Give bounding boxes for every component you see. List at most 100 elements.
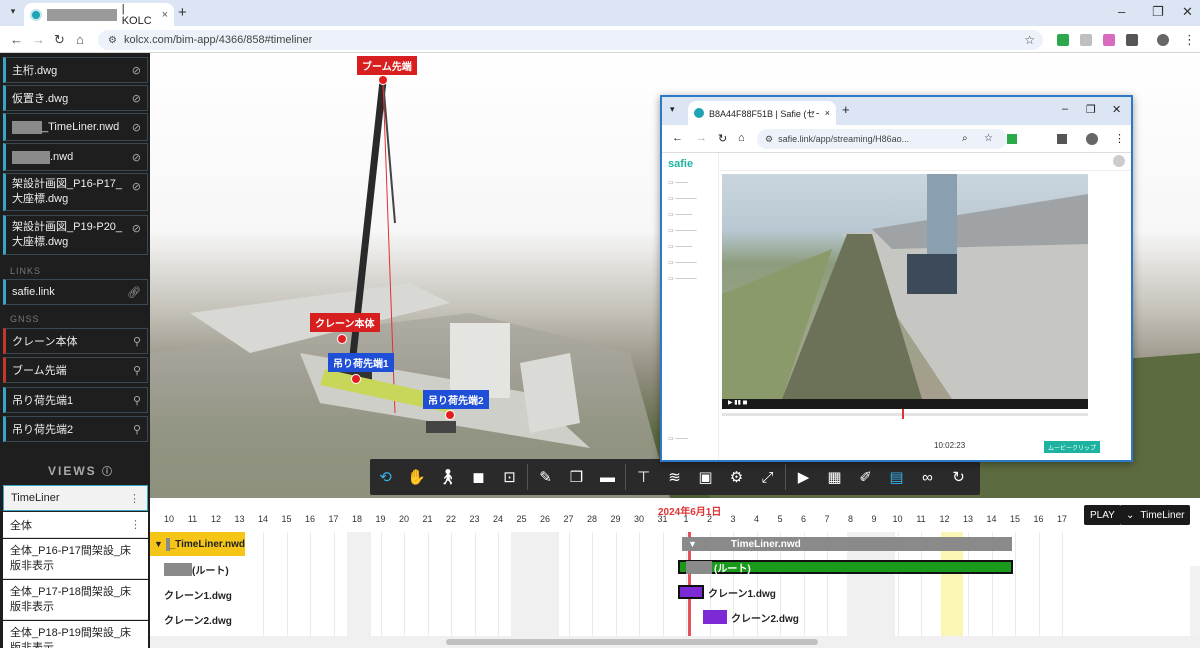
maximize-icon[interactable]: ❐ [1152, 4, 1164, 20]
timeline-row-label[interactable]: (ルート) [150, 557, 245, 581]
horizontal-scrollbar[interactable] [150, 636, 1200, 648]
browser-menu-icon[interactable]: ⋮ [1114, 132, 1125, 145]
file-item[interactable]: .nwd ⊘ [3, 143, 148, 171]
link-item[interactable]: safie.link 🔗︎ [3, 279, 148, 305]
file-item[interactable]: _TimeLiner.nwd ⊘ [3, 113, 148, 141]
extension-check-icon[interactable] [1057, 34, 1069, 46]
help-icon[interactable]: ⓘ [102, 467, 114, 478]
more-options-icon[interactable]: ⋮ [129, 492, 140, 505]
browser-tab[interactable]: | KOLC × [24, 3, 174, 27]
back-icon[interactable]: ← [10, 32, 23, 47]
timeline-bar[interactable]: ▼ TimeLiner.nwd [682, 537, 1012, 551]
layers-icon[interactable]: ≋ [659, 459, 690, 495]
bookmark-star-icon[interactable]: ☆ [984, 133, 993, 144]
marker-label[interactable]: ブーム先端 [357, 56, 417, 75]
hide-eye-icon[interactable]: ⊘ [132, 151, 141, 164]
properties-icon[interactable]: ▣ [690, 459, 721, 495]
file-item[interactable]: 架設計画図_P19-P20_大座標.dwg ⊘ [3, 215, 148, 255]
view-item[interactable]: TimeLiner ⋮ [3, 485, 148, 511]
gnss-marker-dot[interactable] [378, 75, 388, 85]
timeline-row-label[interactable]: ▼ _TimeLiner.nwd [150, 532, 245, 556]
timeliner-dropdown-button[interactable]: ⌄ TimeLiner [1120, 505, 1191, 525]
reset-icon[interactable]: ↻ [943, 459, 974, 495]
tab-search-icon[interactable]: ▾ [6, 6, 20, 20]
gnss-marker-dot[interactable] [337, 334, 347, 344]
timeline-row-label[interactable]: クレーン1.dwg [150, 582, 245, 606]
extensions-puzzle-icon[interactable] [1057, 134, 1067, 144]
timeline-bar[interactable] [678, 585, 704, 599]
tab-close-icon[interactable]: × [162, 9, 168, 21]
extension-check-icon[interactable] [1007, 134, 1017, 144]
movie-clip-button[interactable]: ムービークリップ [1044, 441, 1101, 453]
view-item[interactable]: 全体_P16-P17間架設_床版非表示 [3, 539, 148, 579]
pan-hand-icon[interactable]: ✋ [401, 459, 432, 495]
gnss-item[interactable]: クレーン本体 ⚲ [3, 328, 148, 354]
video-controls[interactable]: ▶ ▮▮ ◼ [722, 399, 1088, 409]
orbit-icon[interactable]: ⟲ [370, 459, 401, 495]
popup-tab[interactable]: B8A44F88F51B | Safie (セーフィー) × [688, 101, 836, 125]
safie-popup-window[interactable]: ▾ B8A44F88F51B | Safie (セーフィー) × + – ❐ ✕… [660, 95, 1133, 462]
tab-search-icon[interactable]: ▾ [670, 104, 675, 115]
more-options-icon[interactable]: ⋮ [130, 518, 141, 531]
site-info-icon[interactable]: ⚙ [765, 134, 773, 145]
grid-icon[interactable]: ▦ [819, 459, 850, 495]
view-item[interactable]: 全体_P17-P18間架設_床版非表示 [3, 580, 148, 620]
marker-label[interactable]: 吊り荷先端1 [328, 353, 394, 372]
reload-icon[interactable]: ↻ [718, 132, 727, 145]
scrollbar-thumb[interactable] [446, 639, 818, 645]
camera-video-feed[interactable] [722, 174, 1088, 399]
timeline-bar[interactable]: (ルート) [678, 560, 1013, 575]
link-icon[interactable]: ∞ [912, 459, 943, 495]
home-icon[interactable]: ⌂ [76, 32, 84, 47]
hide-eye-icon[interactable]: ⊘ [132, 180, 141, 195]
minimize-icon[interactable]: – [1118, 4, 1125, 19]
recording-timeline[interactable] [722, 409, 1088, 439]
file-item[interactable]: 架設計画図_P16-P17_大座標.dwg ⊘ [3, 173, 148, 211]
forward-icon[interactable]: → [696, 132, 707, 144]
timeline-bar[interactable] [703, 610, 727, 624]
fullscreen-icon[interactable]: ⤢ [752, 459, 783, 495]
gnss-item[interactable]: ブーム先端 ⚲ [3, 357, 148, 383]
folder-icon[interactable]: ▬ [592, 459, 623, 495]
view-item[interactable]: 全体_P18-P19間架設_床版非表示 [3, 621, 148, 648]
user-avatar[interactable] [1113, 155, 1125, 167]
profile-avatar[interactable] [1086, 133, 1098, 145]
hide-eye-icon[interactable]: ⊘ [132, 121, 141, 134]
section-box-icon[interactable]: ❒ [561, 459, 592, 495]
hide-eye-icon[interactable]: ⊘ [132, 92, 141, 105]
markup-pen-icon[interactable]: ✐ [850, 459, 881, 495]
address-bar[interactable]: ⚙ kolcx.com/bim-app/4366/858#timeliner ☆ [98, 30, 1043, 50]
site-info-icon[interactable]: ⚙ [108, 35, 117, 46]
view-item[interactable]: 全体 ⋮ [3, 512, 148, 538]
browser-menu-icon[interactable]: ⋮ [1183, 32, 1196, 48]
gnss-item[interactable]: 吊り荷先端1 ⚲ [3, 387, 148, 413]
extensions-puzzle-icon[interactable] [1126, 34, 1138, 46]
forward-icon[interactable]: → [32, 32, 45, 47]
close-window-icon[interactable]: ✕ [1112, 103, 1121, 116]
playhead[interactable] [902, 409, 904, 419]
back-icon[interactable]: ← [672, 132, 683, 144]
minimize-icon[interactable]: – [1062, 103, 1068, 115]
new-tab-icon[interactable]: + [842, 102, 850, 117]
file-item[interactable]: 仮置き.dwg ⊘ [3, 85, 148, 111]
walk-person-icon[interactable]: 🚶︎ [432, 459, 463, 495]
bookmark-star-icon[interactable]: ☆ [1024, 33, 1035, 47]
play-button[interactable]: PLAY [1084, 505, 1121, 525]
hide-eye-icon[interactable]: ⊘ [132, 222, 141, 237]
hide-eye-icon[interactable]: ⊘ [132, 64, 141, 77]
file-item[interactable]: 主桁.dwg ⊘ [3, 57, 148, 83]
video-camera-icon[interactable]: ▶ [788, 459, 819, 495]
measure-ruler-icon[interactable]: ✎ [530, 459, 561, 495]
timeline-row-label[interactable]: クレーン2.dwg [150, 607, 245, 631]
gnss-marker-dot[interactable] [351, 374, 361, 384]
zoom-box-icon[interactable]: ⊡ [494, 459, 525, 495]
home-icon[interactable]: ⌂ [738, 132, 745, 144]
gnss-item[interactable]: 吊り荷先端2 ⚲ [3, 416, 148, 442]
new-tab-icon[interactable]: + [178, 4, 187, 21]
play-icon[interactable]: ▶ ▮▮ ◼ [728, 399, 748, 406]
marker-label[interactable]: クレーン本体 [310, 313, 380, 332]
popup-address-bar[interactable]: ⚙ safie.link/app/streaming/H86ao... [757, 129, 1007, 149]
profile-avatar[interactable] [1157, 34, 1169, 46]
camera-view-icon[interactable]: ◼ [463, 459, 494, 495]
maximize-icon[interactable]: ❐ [1086, 103, 1096, 116]
